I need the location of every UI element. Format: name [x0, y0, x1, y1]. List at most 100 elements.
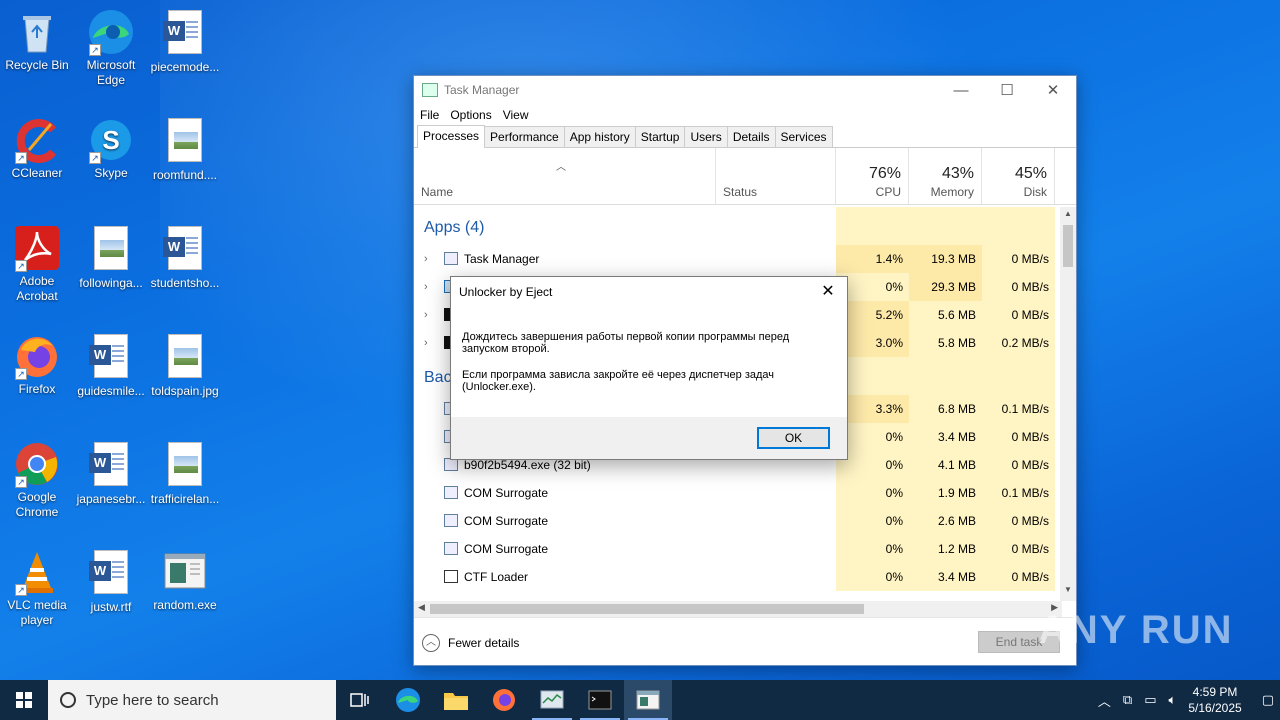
scroll-thumb[interactable] — [430, 604, 864, 614]
process-disk: 0 MB/s — [982, 273, 1055, 301]
desktop-icon-adobe-acrobat[interactable]: ↗ Adobe Acrobat — [0, 224, 74, 304]
table-row[interactable]: › Task Manager 1.4% 19.3 MB 0 MB/s — [414, 245, 1062, 273]
desktop-icon-chrome[interactable]: ↗ Google Chrome — [0, 440, 74, 520]
table-row[interactable]: CTF Loader 0% 3.4 MB 0 MB/s — [414, 563, 1062, 591]
minimize-button[interactable]: — — [938, 76, 984, 104]
firefox-icon — [493, 689, 515, 711]
word-document-icon: W — [89, 334, 128, 378]
taskbar-task-manager[interactable] — [528, 680, 576, 720]
desktop-icon-guidesmile[interactable]: W guidesmile... — [74, 332, 148, 399]
dialog-message-line: Дождитесь завершения работы первой копии… — [462, 331, 790, 355]
desktop-icon-trafficirelan[interactable]: trafficirelan... — [148, 440, 222, 507]
desktop-icon-ccleaner[interactable]: ↗ CCleaner — [0, 116, 74, 181]
taskbar-unlocker[interactable] — [624, 680, 672, 720]
column-disk-label: Disk — [1023, 185, 1047, 199]
image-file-icon — [168, 334, 202, 378]
folder-icon — [444, 693, 468, 710]
search-icon — [60, 692, 76, 708]
start-button[interactable] — [0, 680, 48, 720]
tab-processes[interactable]: Processes — [417, 125, 486, 148]
desktop-icon-vlc[interactable]: ↗ VLC media player — [0, 548, 74, 628]
scroll-down-icon[interactable]: ▼ — [1060, 585, 1076, 599]
menu-file[interactable]: File — [420, 108, 446, 122]
process-memory: 19.3 MB — [909, 245, 982, 273]
process-name: CTF Loader — [464, 570, 529, 584]
horizontal-scrollbar[interactable]: ◀ ▶ — [414, 601, 1062, 617]
image-file-icon — [168, 442, 202, 486]
table-row[interactable]: COM Surrogate 0% 1.9 MB 0.1 MB/s — [414, 479, 1062, 507]
desktop-icon-label: toldspain.jpg — [151, 384, 219, 398]
taskbar-edge[interactable] — [384, 680, 432, 720]
tab-performance[interactable]: Performance — [484, 126, 565, 147]
desktop-icon-japanesebr[interactable]: W japanesebr... — [74, 440, 148, 507]
unlocker-dialog[interactable]: Unlocker by Eject ✕ Дождитесь завершения… — [450, 276, 848, 460]
desktop-icon-piecemode[interactable]: W piecemode... — [148, 8, 222, 75]
tab-services[interactable]: Services — [774, 126, 833, 147]
fewer-details-button[interactable]: ︿ Fewer details — [422, 634, 519, 652]
desktop-icon-toldspain[interactable]: toldspain.jpg — [148, 332, 222, 399]
column-memory[interactable]: 43% Memory — [909, 148, 982, 204]
table-row[interactable]: COM Surrogate 0% 2.6 MB 0 MB/s — [414, 507, 1062, 535]
desktop-icon-roomfund[interactable]: roomfund.... — [148, 116, 222, 183]
task-manager-titlebar[interactable]: Task Manager — ☐ ✕ — [414, 76, 1076, 104]
volume-icon[interactable]: 🔈︎ — [1169, 692, 1177, 708]
task-manager-icon — [540, 690, 564, 709]
menu-view[interactable]: View — [503, 108, 536, 122]
network-icon[interactable]: ▭ — [1144, 692, 1156, 708]
maximize-button[interactable]: ☐ — [984, 76, 1030, 104]
scroll-left-icon[interactable]: ◀ — [418, 602, 425, 613]
desktop-icon-random-exe[interactable]: random.exe — [148, 548, 222, 613]
image-file-icon — [168, 118, 202, 162]
dialog-close-button[interactable]: ✕ — [815, 280, 841, 304]
desktop-icon-label: Microsoft Edge — [86, 58, 136, 87]
desktop-icon-justw[interactable]: W justw.rtf — [74, 548, 148, 615]
table-row[interactable]: COM Surrogate 0% 1.2 MB 0 MB/s — [414, 535, 1062, 563]
taskbar-file-explorer[interactable] — [432, 680, 480, 720]
desktop-icon-recycle-bin[interactable]: Recycle Bin — [0, 8, 74, 73]
tab-app-history[interactable]: App history — [563, 126, 636, 147]
process-memory: 5.6 MB — [909, 301, 982, 329]
desktop-icon-followinga[interactable]: followinga... — [74, 224, 148, 291]
desktop-icon-firefox[interactable]: ↗ Firefox — [0, 332, 74, 397]
word-document-icon: W — [89, 442, 128, 486]
task-manager-icon — [422, 83, 438, 97]
desktop-icon-label: Recycle Bin — [5, 58, 69, 72]
svg-text:S: S — [102, 125, 119, 155]
meet-now-icon[interactable]: ⧉ — [1123, 692, 1132, 708]
shortcut-arrow-icon: ↗ — [15, 152, 27, 164]
column-status[interactable]: Status — [716, 148, 836, 204]
task-view-button[interactable] — [336, 680, 384, 720]
desktop-icon-skype[interactable]: S ↗ Skype — [74, 116, 148, 181]
desktop-icon-label: Skype — [94, 166, 128, 180]
scroll-thumb[interactable] — [1063, 225, 1073, 267]
clock[interactable]: 4:59 PM 5/16/2025 — [1188, 684, 1241, 716]
taskbar-firefox[interactable] — [480, 680, 528, 720]
desktop-icon-studentsho[interactable]: W studentsho... — [148, 224, 222, 291]
menu-options[interactable]: Options — [450, 108, 498, 122]
taskbar-search-box[interactable]: Type here to search — [48, 680, 336, 720]
scroll-up-icon[interactable]: ▲ — [1060, 209, 1076, 223]
memory-total: 43% — [941, 165, 974, 182]
tab-details[interactable]: Details — [726, 126, 776, 147]
tab-startup[interactable]: Startup — [634, 126, 686, 147]
vertical-scrollbar[interactable]: ▲ ▼ — [1060, 207, 1076, 601]
desktop-icon-label: random.exe — [153, 598, 217, 612]
system-tray: ︿ ⧉ ▭ 🔈︎ 4:59 PM 5/16/2025 ▢ — [1092, 680, 1280, 720]
column-cpu[interactable]: 76% CPU — [836, 148, 909, 204]
column-disk[interactable]: 45% Disk — [982, 148, 1055, 204]
show-hidden-icons-chevron-icon[interactable]: ︿ — [1098, 691, 1111, 710]
search-placeholder: Type here to search — [86, 691, 219, 709]
desktop-icon-edge[interactable]: ↗ Microsoft Edge — [74, 8, 148, 88]
taskbar-console[interactable] — [576, 680, 624, 720]
tab-users[interactable]: Users — [684, 126, 728, 147]
dialog-title: Unlocker by Eject — [459, 285, 553, 299]
close-button[interactable]: ✕ — [1030, 76, 1076, 104]
clock-time: 4:59 PM — [1192, 685, 1238, 699]
process-disk: 0.1 MB/s — [982, 479, 1055, 507]
notification-center-icon[interactable]: ▢ — [1262, 692, 1274, 708]
dialog-titlebar[interactable]: Unlocker by Eject — [451, 277, 847, 307]
ok-button[interactable]: OK — [757, 427, 830, 449]
windows-logo-icon — [16, 692, 32, 708]
shortcut-arrow-icon: ↗ — [15, 368, 27, 380]
column-name[interactable]: ︿ Name — [414, 148, 716, 204]
